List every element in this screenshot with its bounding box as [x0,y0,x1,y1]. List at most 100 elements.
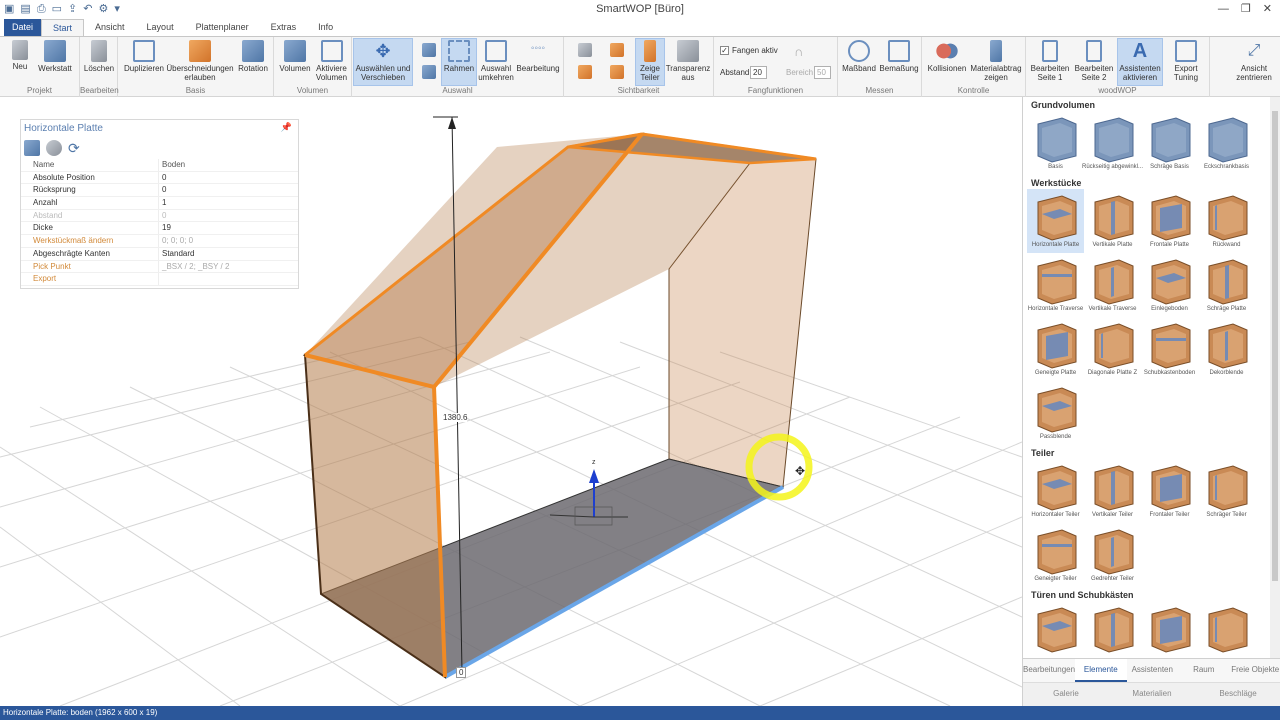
property-value[interactable]: 0 [159,210,298,222]
rotation-button[interactable]: Rotation [234,39,272,73]
refresh-icon[interactable]: ⟳ [68,140,84,156]
maximize-icon[interactable]: ❐ [1241,0,1251,19]
bereich-input[interactable]: 50 [814,66,831,79]
property-row[interactable]: Pick Punkt _BSX / 2; _BSY / 2 [21,260,298,274]
property-value[interactable]: Standard [159,248,298,260]
property-value[interactable]: 0; 0; 0; 0 [159,235,298,247]
gizmo-z-arrow-icon[interactable] [589,469,599,483]
library-tile[interactable] [1141,601,1198,658]
library-tile[interactable]: Horizontale Platte [1027,189,1084,253]
visibility-option4-icon[interactable] [610,65,624,79]
print-icon[interactable]: ⎙ [37,0,46,19]
rahmen-button[interactable]: Rahmen [441,38,477,86]
library-tab[interactable]: Elemente [1075,659,1127,682]
magnet-icon[interactable]: ∩ [794,44,803,59]
neu-button[interactable]: Neu [6,39,34,71]
library-tile[interactable]: Frontale Platte [1141,189,1198,253]
library-subtab[interactable]: Beschläge [1195,683,1280,706]
property-value[interactable]: 0 [159,172,298,184]
library-tile[interactable]: Vertikale Platte [1084,189,1141,253]
library-tile[interactable]: Einlegeboden [1141,253,1198,317]
auswahl-umkehren-button[interactable]: Auswahl umkehren [478,39,514,82]
close-icon[interactable]: ✕ [1263,0,1272,19]
property-row[interactable]: Abgeschrägte Kanten Standard [21,247,298,261]
library-tile[interactable]: Schräge Basis [1141,111,1198,175]
assistenten-button[interactable]: A Assistenten aktivieren [1117,38,1163,86]
tab-extras[interactable]: Extras [260,19,308,36]
tab-info[interactable]: Info [307,19,344,36]
property-value[interactable]: 1 [159,197,298,209]
zeige-teiler-button[interactable]: Zeige Teiler [635,38,665,86]
undo-icon[interactable]: ↶ [83,0,92,19]
remove-selection-icon[interactable] [422,65,436,79]
abstand-input[interactable]: 20 [750,66,767,79]
library-tab[interactable]: Assistenten [1127,659,1178,682]
export-tuning-button[interactable]: Export Tuning [1164,39,1208,82]
library-tab[interactable]: Freie Objekte [1230,659,1280,682]
settings-icon[interactable]: ⚙ [98,0,108,19]
library-tile[interactable]: Diagonale Platte Z [1084,317,1141,381]
visibility-option3-icon[interactable] [610,43,624,57]
library-tile[interactable] [1084,601,1141,658]
library-tile[interactable]: Dekorblende [1198,317,1255,381]
property-value[interactable]: 0 [159,184,298,196]
tab-layout[interactable]: Layout [136,19,185,36]
library-tile[interactable]: Horizontale Traverse [1027,253,1084,317]
ansicht-zentrieren-button[interactable]: ⤢ Ansicht zentrieren [1232,39,1276,82]
duplizieren-button[interactable]: Duplizieren [122,39,166,73]
property-row[interactable]: Export [21,273,298,286]
visibility-option2-icon[interactable] [578,65,592,79]
materialabtrag-button[interactable]: Materialabtrag zeigen [968,39,1024,82]
property-row[interactable]: Name Boden [21,159,298,172]
library-tile[interactable]: Schubkastenboden [1141,317,1198,381]
aktiviere-volumen-button[interactable]: Aktiviere Volumen [313,39,350,82]
library-tab[interactable]: Raum [1178,659,1229,682]
library-subtab[interactable]: Galerie [1023,683,1109,706]
loeschen-button[interactable]: Löschen [82,39,116,73]
dropdown-icon[interactable]: ▾ [114,0,120,19]
tab-plattenplaner[interactable]: Plattenplaner [185,19,260,36]
tab-datei[interactable]: Datei [4,19,42,36]
library-tile[interactable] [1027,601,1084,658]
auswaehlen-button[interactable]: ✥ Auswählen und Verschieben [353,38,413,86]
massband-button[interactable]: Maßband [840,39,878,73]
fangen-aktiv-checkbox[interactable]: ✓ Fangen aktiv [720,46,778,56]
library-tile[interactable]: Vertikaler Teiler [1084,459,1141,523]
export-icon[interactable]: ⇪ [68,0,77,19]
library-tile[interactable]: Vertikale Traverse [1084,253,1141,317]
library-scroll-area[interactable]: Grundvolumen Basis Rückseitig abgewinkl..… [1023,97,1269,658]
property-value[interactable]: 19 [159,222,298,234]
transparenz-button[interactable]: Transparenz aus [664,39,712,82]
library-tile[interactable]: Rückseitig abgewinkl... [1082,111,1143,175]
library-tile[interactable] [1198,601,1255,658]
pin-icon[interactable]: 📌 [281,122,292,133]
scrollbar-thumb[interactable] [1272,111,1278,581]
visibility-option-icon[interactable] [578,43,592,57]
property-row[interactable]: Rücksprung 0 [21,184,298,198]
property-row[interactable]: Absolute Position 0 [21,171,298,185]
property-row[interactable]: Abstand 0 [21,209,298,223]
library-tile[interactable]: Basis [1027,111,1084,175]
left-vertical-panel[interactable] [303,353,447,679]
volumen-button[interactable]: Volumen [277,39,313,73]
tab-ansicht[interactable]: Ansicht [84,19,136,36]
help-icon[interactable] [46,140,62,156]
tab-start[interactable]: Start [41,19,85,36]
property-value[interactable]: _BSX / 2; _BSY / 2 [159,261,298,273]
ueberschneidungen-button[interactable]: Überschneidungen erlauben [166,39,234,82]
property-value[interactable] [159,273,298,285]
werkstatt-button[interactable]: Werkstatt [36,39,74,73]
library-scrollbar[interactable] [1270,97,1280,658]
bearbeitung-button[interactable]: ◦◦◦◦ Bearbeitung [514,39,562,73]
library-tab[interactable]: Bearbeitungen [1023,659,1075,682]
library-tile[interactable]: Schräge Platte [1198,253,1255,317]
library-tile[interactable]: Gedrehter Teiler [1084,523,1141,587]
add-selection-icon[interactable] [422,43,436,57]
save-properties-icon[interactable] [24,140,40,156]
library-tile[interactable]: Frontaler Teiler [1141,459,1198,523]
library-tile[interactable]: Schräger Teiler [1198,459,1255,523]
save-icon[interactable]: ▤ [20,0,30,19]
bemassung-button[interactable]: Bemaßung [878,39,920,73]
minimize-icon[interactable]: — [1218,0,1229,19]
library-tile[interactable]: Geneigter Teiler [1027,523,1084,587]
